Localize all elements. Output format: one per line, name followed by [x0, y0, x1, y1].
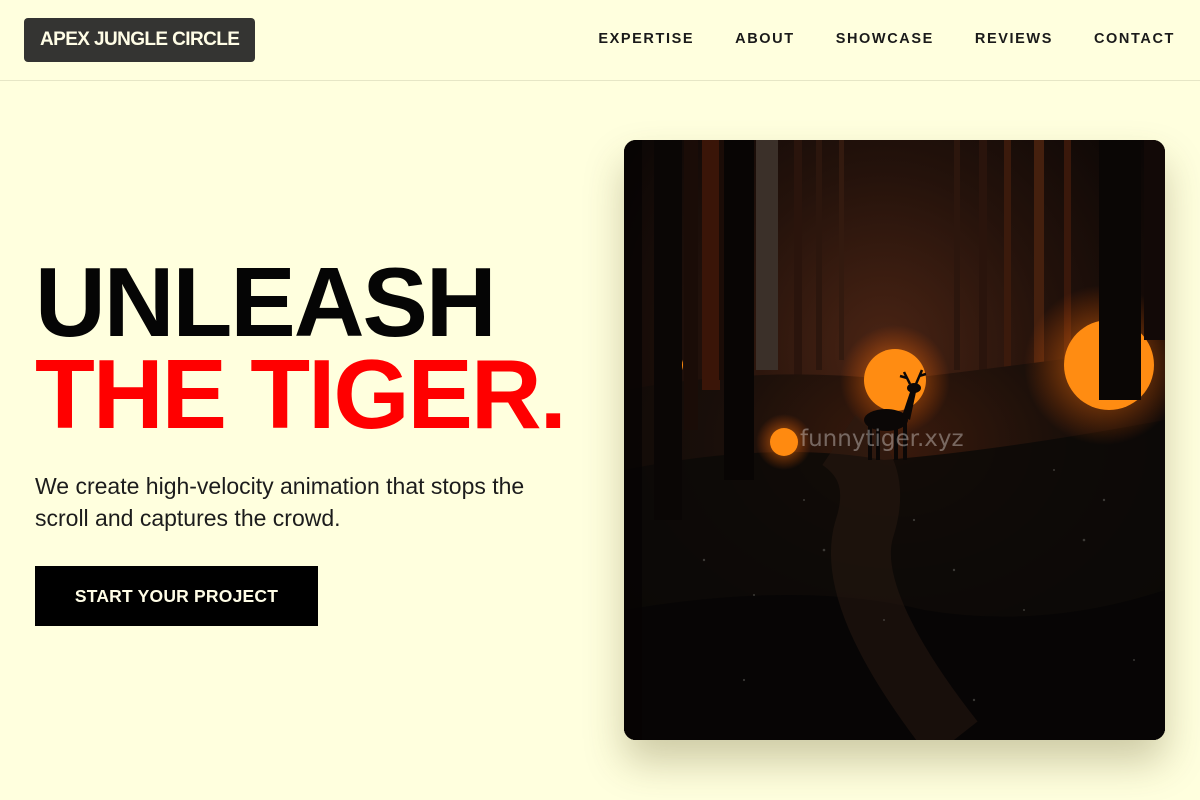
nav-link-expertise[interactable]: EXPERTISE — [598, 30, 694, 48]
top-navigation-bar: APEX JUNGLE CIRCLE EXPERTISE ABOUT SHOWC… — [0, 0, 1200, 81]
nav-link-about[interactable]: ABOUT — [735, 30, 795, 48]
start-project-button[interactable]: START YOUR PROJECT — [35, 566, 318, 626]
nav-link-reviews[interactable]: REVIEWS — [975, 30, 1053, 48]
main-nav: EXPERTISE ABOUT SHOWCASE REVIEWS CONTACT — [557, 30, 1175, 48]
hero-title-line-1: UNLEASH — [35, 247, 497, 357]
nav-link-contact[interactable]: CONTACT — [1094, 30, 1175, 48]
brand-logo[interactable]: APEX JUNGLE CIRCLE — [24, 18, 256, 62]
hero-title-line-2: THE TIGER. — [35, 339, 567, 449]
nav-link-showcase[interactable]: SHOWCASE — [836, 30, 934, 48]
hero-subtitle: We create high-velocity animation that s… — [35, 473, 525, 531]
hero-title: UNLEASH THE TIGER. — [35, 247, 567, 449]
watermark-text: funnytiger.xyz — [800, 426, 964, 452]
